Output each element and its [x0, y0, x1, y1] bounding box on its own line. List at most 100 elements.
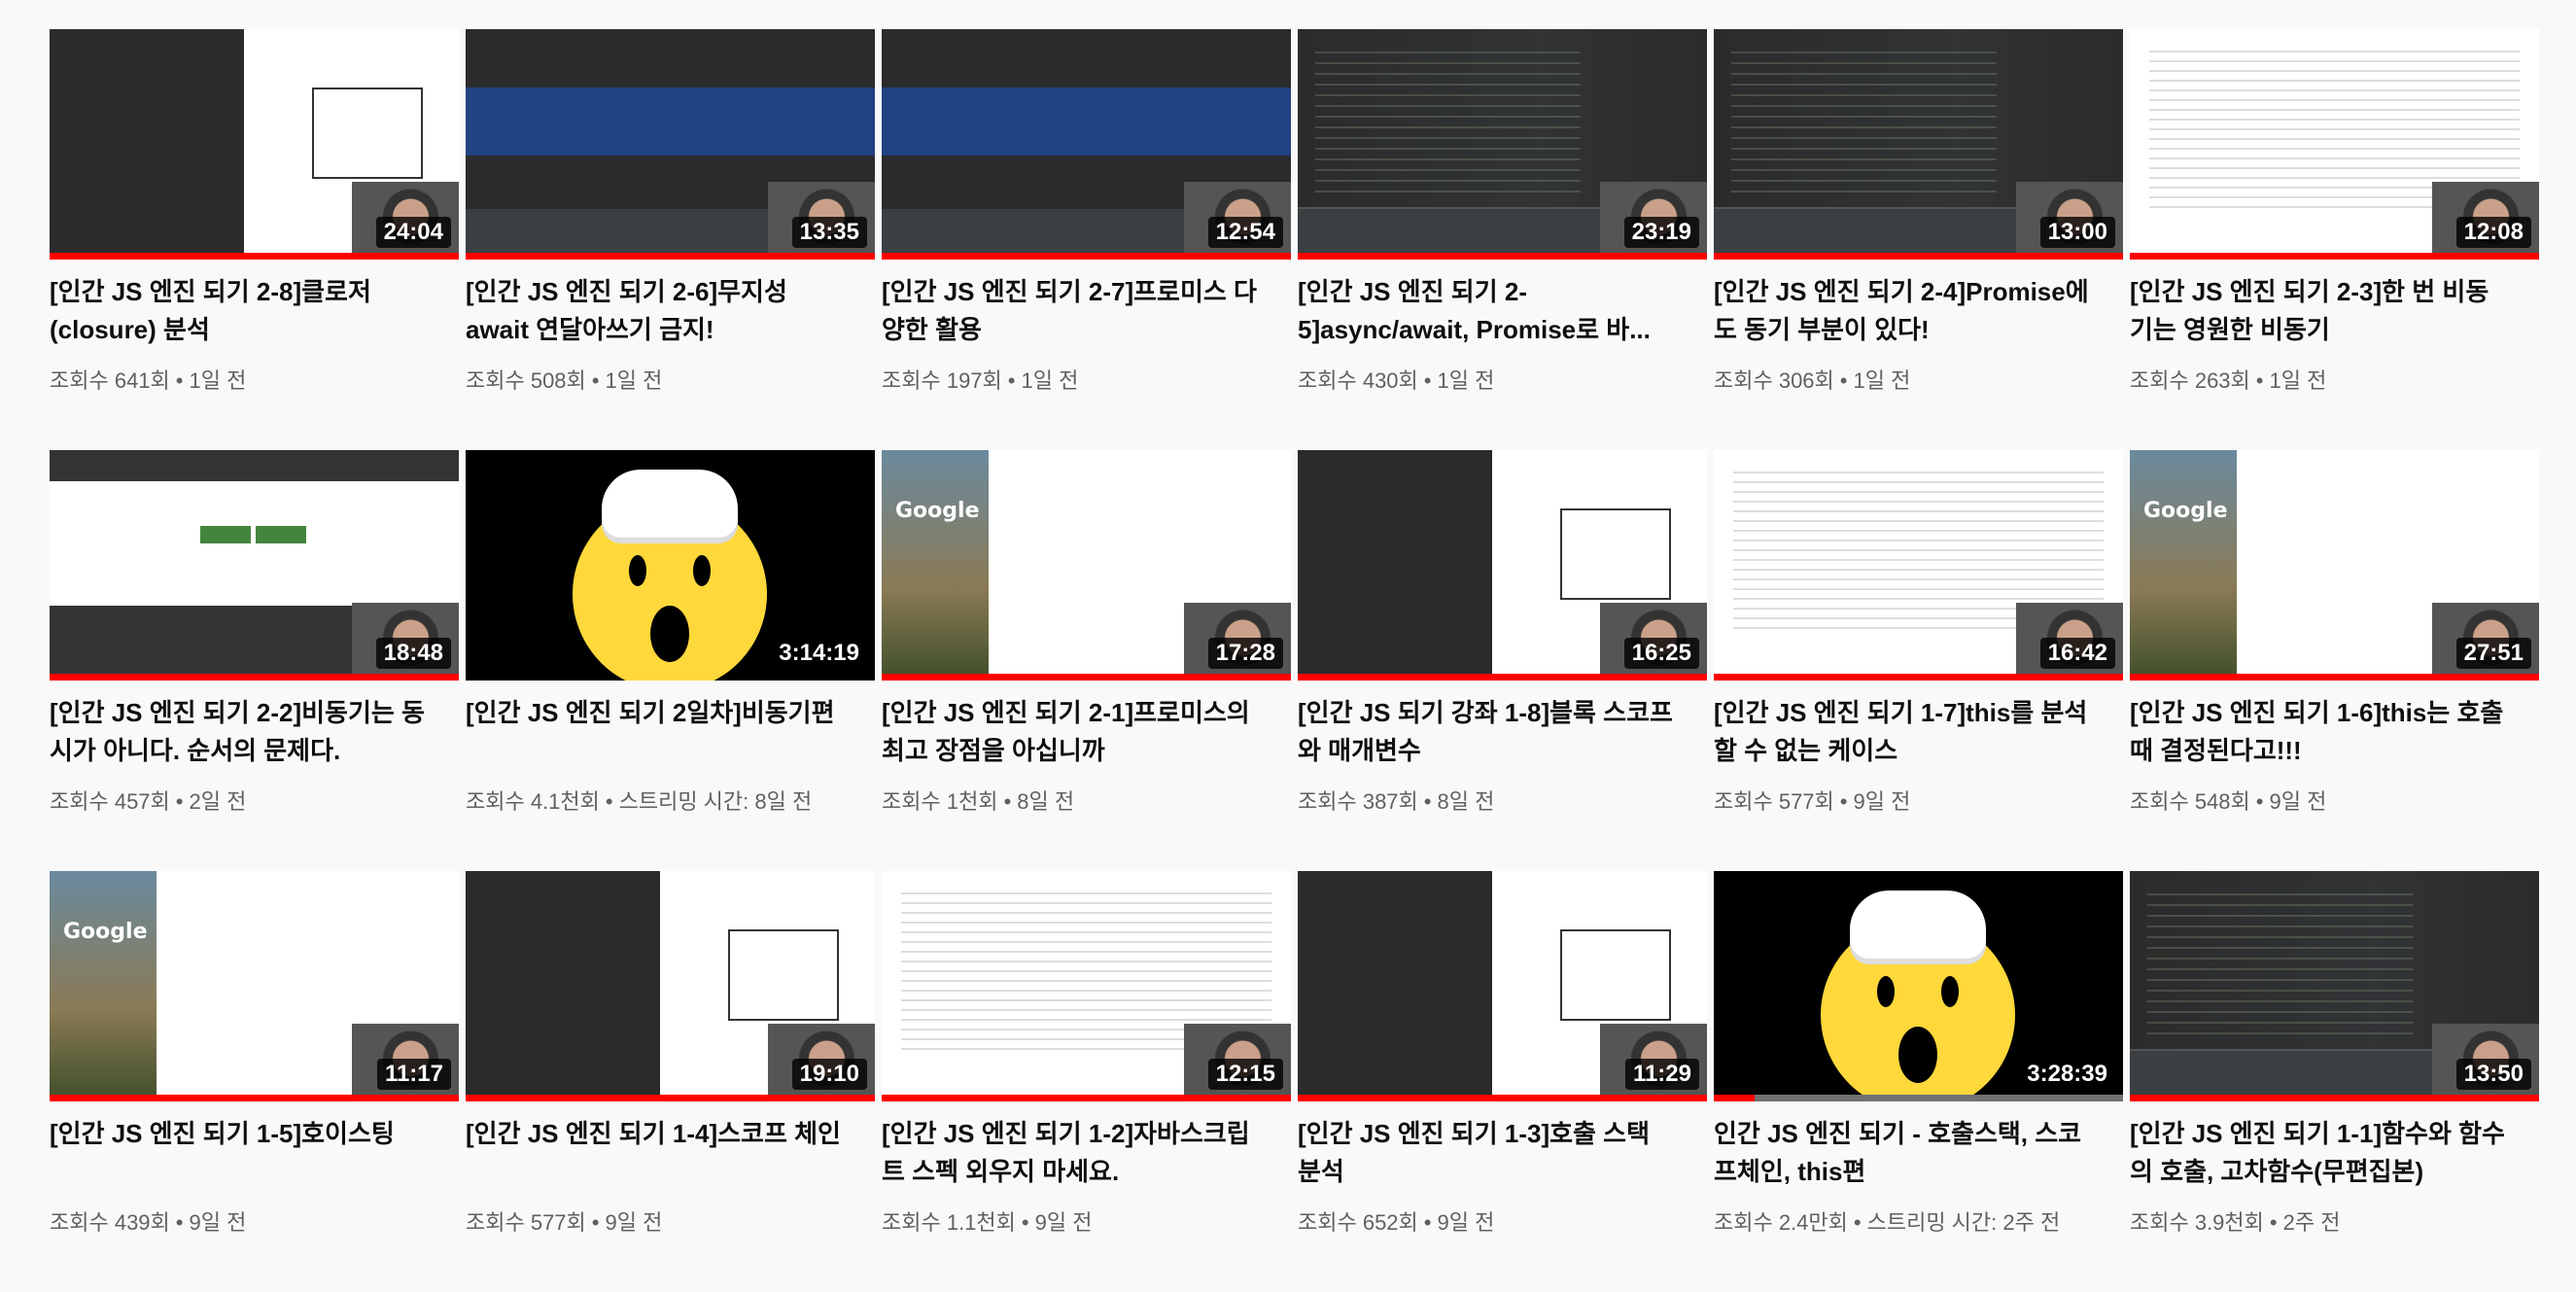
video-thumbnail[interactable]: 24:04: [50, 29, 459, 260]
video-thumbnail[interactable]: 13:50: [2130, 871, 2539, 1101]
video-card[interactable]: 13:50 [인간 JS 엔진 되기 1-1]함수와 함수의 호출, 고차함수(…: [2130, 871, 2539, 1292]
view-count: 조회수 508회: [466, 368, 586, 393]
video-title[interactable]: [인간 JS 엔진 되기 1-5]호이스팅: [50, 1115, 459, 1191]
video-thumbnail[interactable]: Google 17:28: [882, 450, 1291, 681]
video-card[interactable]: 11:29 [인간 JS 엔진 되기 1-3]호출 스택 분석 조회수 652회…: [1298, 871, 1707, 1292]
video-card[interactable]: 12:15 [인간 JS 엔진 되기 1-2]자바스크립트 스펙 외우지 마세요…: [882, 871, 1291, 1292]
video-meta: 조회수 3.9천회 • 2주 전: [2130, 1208, 2539, 1238]
video-thumbnail[interactable]: Google 27:51: [2130, 450, 2539, 681]
upload-age: 1일 전: [1853, 368, 1911, 393]
video-title[interactable]: [인간 JS 엔진 되기 2-6]무지성 await 연달아쓰기 금지!: [466, 273, 875, 349]
watch-progress-bar: [1714, 253, 2123, 260]
video-thumbnail[interactable]: 19:10: [466, 871, 875, 1101]
video-card[interactable]: 12:54 [인간 JS 엔진 되기 2-7]프로미스 다양한 활용 조회수 1…: [882, 29, 1291, 450]
video-title[interactable]: [인간 JS 엔진 되기 1-3]호출 스택 분석: [1298, 1115, 1707, 1191]
video-card[interactable]: 19:10 [인간 JS 엔진 되기 1-4]스코프 체인 조회수 577회 • 9…: [466, 871, 875, 1292]
upload-age: 9일 전: [1437, 1210, 1495, 1235]
watch-progress-bar: [1298, 1095, 1707, 1101]
separator-dot: •: [2269, 1210, 2278, 1235]
watch-progress-fill: [50, 674, 459, 681]
video-meta: 조회수 306회 • 1일 전: [1714, 367, 2123, 396]
duration-badge: 23:19: [1623, 217, 1699, 248]
video-title[interactable]: [인간 JS 엔진 되기 1-4]스코프 체인: [466, 1115, 875, 1191]
video-card[interactable]: 3:28:39 인간 JS 엔진 되기 - 호출스택, 스코프체인, this편…: [1714, 871, 2123, 1292]
upload-age: 2주 전: [2282, 1210, 2341, 1235]
video-meta: 조회수 652회 • 9일 전: [1298, 1208, 1707, 1238]
watch-progress-fill: [1714, 1095, 1756, 1101]
separator-dot: •: [1853, 1210, 1862, 1235]
video-meta: 조회수 4.1천회 • 스트리밍 시간: 8일 전: [466, 787, 875, 817]
duration-badge: 13:00: [2039, 217, 2115, 248]
video-title[interactable]: [인간 JS 엔진 되기 2-1]프로미스의 최고 장점을 아십니까: [882, 694, 1291, 770]
separator-dot: •: [1423, 1210, 1432, 1235]
video-title[interactable]: [인간 JS 엔진 되기 2-3]한 번 비동기는 영원한 비동기: [2130, 273, 2539, 349]
separator-dot: •: [1423, 789, 1432, 814]
duration-badge: 13:50: [2455, 1059, 2531, 1090]
watch-progress-bar: [1298, 674, 1707, 681]
video-meta: 조회수 1.1천회 • 9일 전: [882, 1208, 1291, 1238]
video-title[interactable]: [인간 JS 엔진 되기 2-8]클로저(closure) 분석: [50, 273, 459, 349]
video-title[interactable]: 인간 JS 엔진 되기 - 호출스택, 스코프체인, this편: [1714, 1115, 2123, 1191]
video-title[interactable]: [인간 JS 엔진 되기 1-2]자바스크립트 스펙 외우지 마세요.: [882, 1115, 1291, 1191]
view-count: 조회수 457회: [50, 789, 170, 814]
watch-progress-fill: [466, 1095, 875, 1101]
video-card[interactable]: 12:08 [인간 JS 엔진 되기 2-3]한 번 비동기는 영원한 비동기 …: [2130, 29, 2539, 450]
video-thumbnail[interactable]: 11:29: [1298, 871, 1707, 1101]
video-thumbnail[interactable]: 3:28:39: [1714, 871, 2123, 1101]
video-meta: 조회수 457회 • 2일 전: [50, 787, 459, 817]
video-meta: 조회수 548회 • 9일 전: [2130, 787, 2539, 817]
video-card[interactable]: 16:25 [인간 JS 되기 강좌 1-8]블록 스코프와 매개변수 조회수 …: [1298, 450, 1707, 871]
video-title[interactable]: [인간 JS 엔진 되기 2-4]Promise에도 동기 부분이 있다!: [1714, 273, 2123, 349]
video-thumbnail[interactable]: 16:25: [1298, 450, 1707, 681]
view-count: 조회수 430회: [1298, 368, 1418, 393]
video-card[interactable]: Google 27:51 [인간 JS 엔진 되기 1-6]this는 호출 때…: [2130, 450, 2539, 871]
video-thumbnail[interactable]: Google 11:17: [50, 871, 459, 1101]
video-meta: 조회수 2.4만회 • 스트리밍 시간: 2주 전: [1714, 1208, 2123, 1238]
video-title[interactable]: [인간 JS 엔진 되기 1-1]함수와 함수의 호출, 고차함수(무편집본): [2130, 1115, 2539, 1191]
video-meta: 조회수 263회 • 1일 전: [2130, 367, 2539, 396]
video-thumbnail[interactable]: 16:42: [1714, 450, 2123, 681]
view-count: 조회수 197회: [882, 368, 1002, 393]
duration-badge: 11:29: [1624, 1059, 1699, 1090]
watch-progress-fill: [50, 1095, 459, 1101]
separator-dot: •: [1007, 368, 1016, 393]
video-thumbnail[interactable]: 13:35: [466, 29, 875, 260]
upload-age: 9일 전: [605, 1210, 663, 1235]
separator-dot: •: [2255, 368, 2264, 393]
video-card[interactable]: 18:48 [인간 JS 엔진 되기 2-2]비동기는 동시가 아니다. 순서의…: [50, 450, 459, 871]
upload-age: 9일 전: [1034, 1210, 1093, 1235]
video-card[interactable]: 13:00 [인간 JS 엔진 되기 2-4]Promise에도 동기 부분이 …: [1714, 29, 2123, 450]
video-thumbnail[interactable]: 18:48: [50, 450, 459, 681]
video-card[interactable]: 16:42 [인간 JS 엔진 되기 1-7]this를 분석할 수 없는 케이…: [1714, 450, 2123, 871]
video-thumbnail[interactable]: 23:19: [1298, 29, 1707, 260]
watch-progress-fill: [882, 253, 1291, 260]
video-title[interactable]: [인간 JS 엔진 되기 2-7]프로미스 다양한 활용: [882, 273, 1291, 349]
video-meta: 조회수 1천회 • 8일 전: [882, 787, 1291, 817]
video-card[interactable]: Google 17:28 [인간 JS 엔진 되기 2-1]프로미스의 최고 장…: [882, 450, 1291, 871]
view-count: 조회수 306회: [1714, 368, 1834, 393]
video-card[interactable]: Google 11:17 [인간 JS 엔진 되기 1-5]호이스팅 조회수 4…: [50, 871, 459, 1292]
video-thumbnail[interactable]: 12:54: [882, 29, 1291, 260]
upload-age: 스트리밍 시간: 2주 전: [1866, 1210, 2061, 1235]
duration-badge: 19:10: [791, 1059, 867, 1090]
watch-progress-fill: [882, 1095, 1291, 1101]
video-title[interactable]: [인간 JS 엔진 되기 1-7]this를 분석할 수 없는 케이스: [1714, 694, 2123, 770]
video-meta: 조회수 387회 • 8일 전: [1298, 787, 1707, 817]
video-card[interactable]: 3:14:19 [인간 JS 엔진 되기 2일차]비동기편 조회수 4.1천회 •…: [466, 450, 875, 871]
video-card[interactable]: 23:19 [인간 JS 엔진 되기 2-5]async/await, Prom…: [1298, 29, 1707, 450]
view-count: 조회수 1천회: [882, 789, 998, 814]
view-count: 조회수 1.1천회: [882, 1210, 1016, 1235]
video-title[interactable]: [인간 JS 엔진 되기 2-5]async/await, Promise로 바…: [1298, 273, 1707, 349]
video-thumbnail[interactable]: 12:15: [882, 871, 1291, 1101]
video-card[interactable]: 13:35 [인간 JS 엔진 되기 2-6]무지성 await 연달아쓰기 금…: [466, 29, 875, 450]
video-title[interactable]: [인간 JS 되기 강좌 1-8]블록 스코프와 매개변수: [1298, 694, 1707, 770]
video-thumbnail[interactable]: 3:14:19: [466, 450, 875, 681]
video-title[interactable]: [인간 JS 엔진 되기 1-6]this는 호출 때 결정된다고!!!: [2130, 694, 2539, 770]
video-title[interactable]: [인간 JS 엔진 되기 2-2]비동기는 동시가 아니다. 순서의 문제다.: [50, 694, 459, 770]
video-card[interactable]: 24:04 [인간 JS 엔진 되기 2-8]클로저(closure) 분석 조…: [50, 29, 459, 450]
video-title[interactable]: [인간 JS 엔진 되기 2일차]비동기편: [466, 694, 875, 770]
video-thumbnail[interactable]: 12:08: [2130, 29, 2539, 260]
view-count: 조회수 3.9천회: [2130, 1210, 2264, 1235]
upload-age: 2일 전: [189, 789, 247, 814]
video-thumbnail[interactable]: 13:00: [1714, 29, 2123, 260]
